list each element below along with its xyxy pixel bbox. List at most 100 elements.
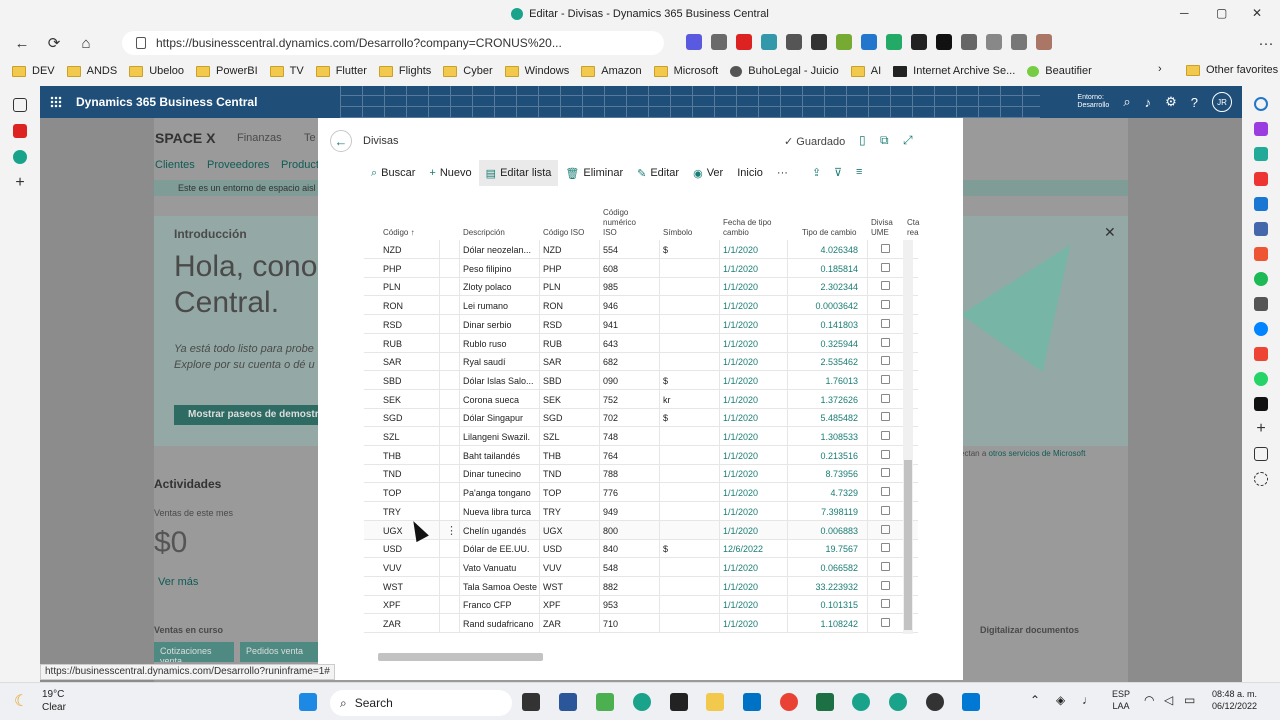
cell-exchange-rate[interactable]: 0.066582 xyxy=(788,563,858,573)
app-icon[interactable] xyxy=(670,693,688,711)
ume-checkbox[interactable] xyxy=(881,580,890,590)
address-bar[interactable]: https://businesscentral.dynamics.com/Des… xyxy=(122,31,664,55)
ume-checkbox[interactable] xyxy=(881,281,890,291)
outlook-icon[interactable] xyxy=(1254,197,1268,211)
cell-iso-code[interactable]: ZAR xyxy=(543,619,597,629)
extension-icon[interactable] xyxy=(936,34,952,50)
maximize-button[interactable]: ▢ xyxy=(1216,6,1227,20)
cell-description[interactable]: Dinar tunecino xyxy=(463,469,537,479)
cell-code[interactable]: RON xyxy=(383,301,443,311)
open-new-window-icon[interactable]: ⧉ xyxy=(880,133,889,148)
start-icon[interactable] xyxy=(299,693,317,711)
ume-checkbox[interactable] xyxy=(881,356,890,366)
table-row[interactable]: TOP Pa'anga tongano TOP 776 1/1/2020 4.7329 xyxy=(364,483,918,503)
ume-checkbox[interactable] xyxy=(881,543,890,553)
cell-iso-code[interactable]: THB xyxy=(543,451,597,461)
cell-iso-numeric[interactable]: 710 xyxy=(603,619,657,629)
ume-checkbox[interactable] xyxy=(881,524,890,534)
cell-symbol[interactable]: $ xyxy=(663,245,717,255)
ume-checkbox[interactable] xyxy=(881,393,890,403)
cell-code[interactable]: WST xyxy=(383,582,443,592)
cell-exchange-rate[interactable]: 0.185814 xyxy=(788,264,858,274)
delete-button[interactable]: 🗑 Eliminar xyxy=(558,160,630,186)
excel-icon[interactable] xyxy=(816,693,834,711)
cell-rate-date[interactable]: 1/1/2020 xyxy=(723,600,787,610)
spotify-icon[interactable] xyxy=(1254,272,1268,286)
cell-description[interactable]: Baht tailandés xyxy=(463,451,537,461)
row-menu-icon[interactable]: ⋮ xyxy=(446,524,457,537)
cell-rate-date[interactable]: 1/1/2020 xyxy=(723,526,787,536)
pdf-tab-icon[interactable] xyxy=(13,124,27,138)
cell-iso-code[interactable]: XPF xyxy=(543,600,597,610)
cell-iso-code[interactable]: SGD xyxy=(543,413,597,423)
explorer-icon[interactable] xyxy=(706,693,724,711)
extension-icon[interactable] xyxy=(911,34,927,50)
cell-description[interactable]: Dólar de EE.UU. xyxy=(463,544,537,554)
app-icon[interactable] xyxy=(926,693,944,711)
cell-code[interactable]: NZD xyxy=(383,245,443,255)
ume-checkbox[interactable] xyxy=(881,337,890,347)
header-rate-date[interactable]: Fecha de tipo cambio xyxy=(723,218,771,238)
cell-description[interactable]: Vato Vanuatu xyxy=(463,563,537,573)
cell-exchange-rate[interactable]: 1.108242 xyxy=(788,619,858,629)
cell-exchange-rate[interactable]: 7.398119 xyxy=(788,507,858,517)
cell-description[interactable]: Chelín ugandés xyxy=(463,526,537,536)
cell-iso-code[interactable]: VUV xyxy=(543,563,597,573)
edit-list-button[interactable]: ▤ Editar lista xyxy=(478,160,559,186)
cell-rate-date[interactable]: 1/1/2020 xyxy=(723,339,787,349)
extension-icon[interactable] xyxy=(736,34,752,50)
back-button[interactable]: ← xyxy=(330,130,352,152)
cell-description[interactable]: Lilangeni Swazil. xyxy=(463,432,537,442)
search-icon[interactable]: ⌕ xyxy=(1123,94,1130,110)
header-exchange-rate[interactable]: Tipo de cambio xyxy=(802,228,856,238)
add-tab-icon[interactable]: + xyxy=(13,175,27,191)
outlook-icon[interactable] xyxy=(743,693,761,711)
extension-icon[interactable] xyxy=(961,34,977,50)
extension-icon[interactable] xyxy=(761,34,777,50)
bc-app-title[interactable]: Dynamics 365 Business Central xyxy=(76,95,257,109)
gear-icon[interactable]: ⚙ xyxy=(1165,94,1177,110)
cell-exchange-rate[interactable]: 0.213516 xyxy=(788,451,858,461)
header-iso-code[interactable]: Código ISO xyxy=(543,228,584,238)
extension-icon[interactable] xyxy=(836,34,852,50)
cell-description[interactable]: Zloty polaco xyxy=(463,282,537,292)
cell-iso-code[interactable]: PLN xyxy=(543,282,597,292)
table-row[interactable]: SEK Corona sueca SEK 752 kr 1/1/2020 1.372626 xyxy=(364,389,918,409)
cell-iso-code[interactable]: RSD xyxy=(543,320,597,330)
chevron-right-icon[interactable]: › xyxy=(1158,63,1162,75)
wifi-icon[interactable]: ◠ xyxy=(1144,693,1154,707)
bookmark[interactable]: Windows xyxy=(504,65,569,77)
cell-iso-numeric[interactable]: 840 xyxy=(603,544,657,554)
bookmark[interactable]: Amazon xyxy=(581,65,642,77)
cell-rate-date[interactable]: 1/1/2020 xyxy=(723,376,787,386)
search-button[interactable]: ⌕ Buscar xyxy=(364,160,422,186)
filter-icon[interactable]: ⊽ xyxy=(834,166,842,179)
cell-iso-numeric[interactable]: 090 xyxy=(603,376,657,386)
ume-checkbox[interactable] xyxy=(881,561,890,571)
cell-exchange-rate[interactable]: 1.76013 xyxy=(788,376,858,386)
bell-icon[interactable]: ♪ xyxy=(1145,95,1152,110)
extension-icon[interactable] xyxy=(786,34,802,50)
cell-rate-date[interactable]: 1/1/2020 xyxy=(723,507,787,517)
cell-code[interactable]: ZAR xyxy=(383,619,443,629)
add-app-icon[interactable]: + xyxy=(1254,421,1268,437)
cell-description[interactable]: Tala Samoa Oeste xyxy=(463,582,537,592)
table-row[interactable]: SGD Dólar Singapur SGD 702 $1/1/2020 5.485482 xyxy=(364,408,918,428)
cell-exchange-rate[interactable]: 1.372626 xyxy=(788,395,858,405)
bookmark[interactable]: BuhoLegal - Juicio xyxy=(730,65,839,77)
cell-description[interactable]: Franco CFP xyxy=(463,600,537,610)
cell-rate-date[interactable]: 1/1/2020 xyxy=(723,301,787,311)
cell-rate-date[interactable]: 1/1/2020 xyxy=(723,245,787,255)
cell-code[interactable]: XPF xyxy=(383,600,443,610)
cell-iso-code[interactable]: RON xyxy=(543,301,597,311)
cell-iso-numeric[interactable]: 941 xyxy=(603,320,657,330)
cell-rate-date[interactable]: 12/6/2022 xyxy=(723,544,787,554)
cell-code[interactable]: RUB xyxy=(383,339,443,349)
edit-button[interactable]: ✎ Editar xyxy=(630,160,686,186)
table-row[interactable]: WST Tala Samoa Oeste WST 882 1/1/2020 33.2239… xyxy=(364,576,918,596)
bookmark[interactable]: Beautifier xyxy=(1027,65,1092,77)
tabs-icon[interactable] xyxy=(13,98,27,112)
cell-exchange-rate[interactable]: 0.0003642 xyxy=(788,301,858,311)
bookmark[interactable]: Internet Archive Se... xyxy=(893,65,1015,77)
news-icon[interactable] xyxy=(1254,297,1268,311)
